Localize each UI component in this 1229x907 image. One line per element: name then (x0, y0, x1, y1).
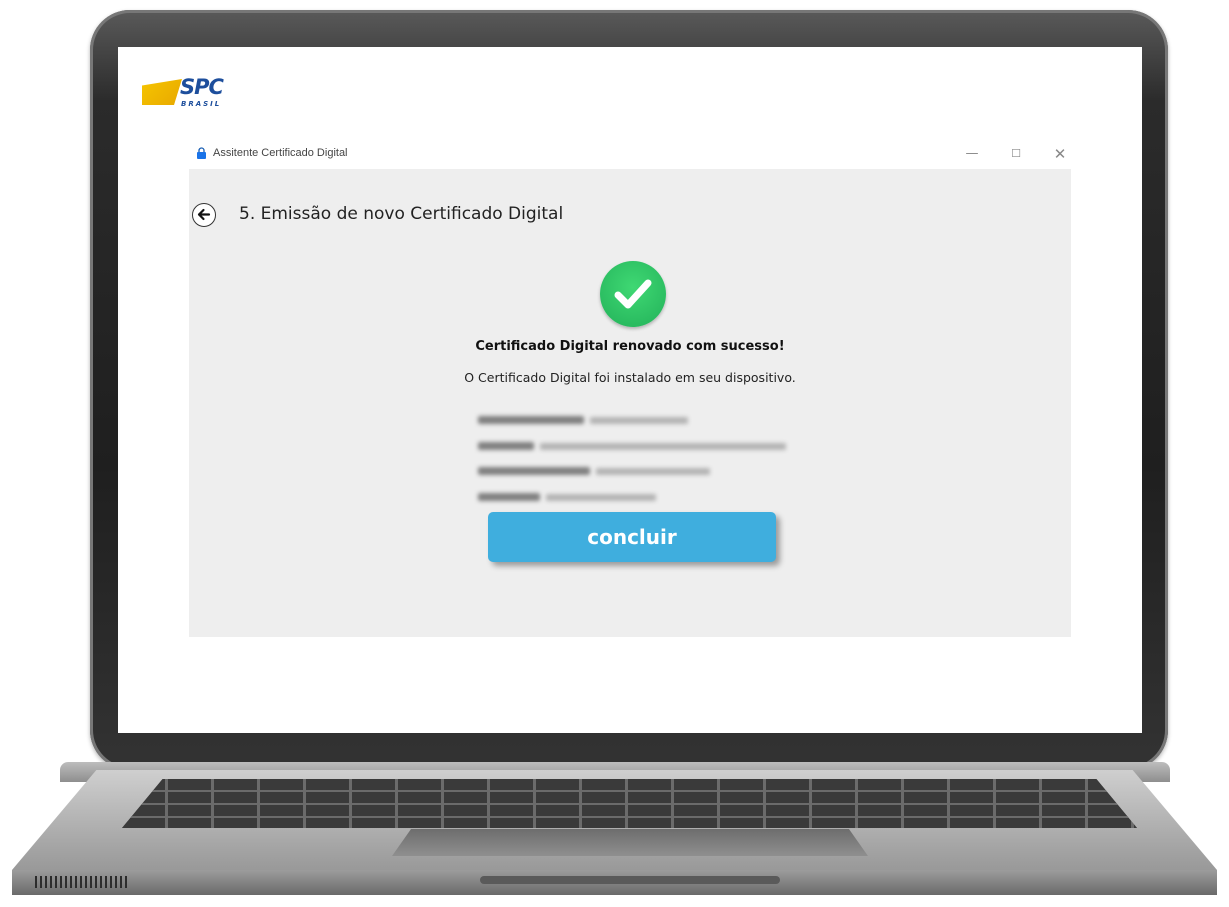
success-message: O Certificado Digital foi instalado em s… (464, 370, 796, 385)
logo-brasil-text: BRASIL (181, 100, 222, 108)
maximize-button[interactable]: ☐ (1001, 143, 1031, 167)
wizard-panel: 5. Emissão de novo Certificado Digital C… (189, 169, 1071, 637)
check-circle-icon (600, 261, 666, 327)
concluir-button[interactable]: concluir (488, 512, 776, 562)
arrow-left-icon (197, 208, 211, 221)
minimize-button[interactable]: — (957, 143, 987, 167)
redacted-detail-line (478, 460, 710, 475)
laptop-trackpad (392, 829, 868, 856)
redacted-detail-line (478, 486, 656, 501)
redacted-detail-line (478, 409, 688, 424)
laptop-screen: SPC BRASIL Assitente Certificado Digital… (118, 47, 1142, 733)
lock-icon (197, 147, 206, 159)
success-title: Certificado Digital renovado com sucesso… (475, 339, 785, 354)
spc-brasil-logo: SPC BRASIL (142, 75, 232, 109)
checkmark-icon (614, 279, 652, 309)
close-button[interactable]: ✕ (1045, 143, 1075, 167)
laptop-vent (35, 876, 127, 888)
app-title: Assitente Certificado Digital (213, 147, 348, 159)
app-titlebar: Assitente Certificado Digital — ☐ ✕ (189, 143, 1071, 169)
logo-spc-text: SPC (180, 75, 224, 99)
laptop-keyboard (122, 779, 1137, 828)
back-button[interactable] (192, 203, 216, 227)
redacted-detail-line (478, 435, 786, 450)
step-title: 5. Emissão de novo Certificado Digital (239, 204, 564, 224)
logo-swoosh (142, 79, 182, 105)
laptop-notch (480, 876, 780, 884)
